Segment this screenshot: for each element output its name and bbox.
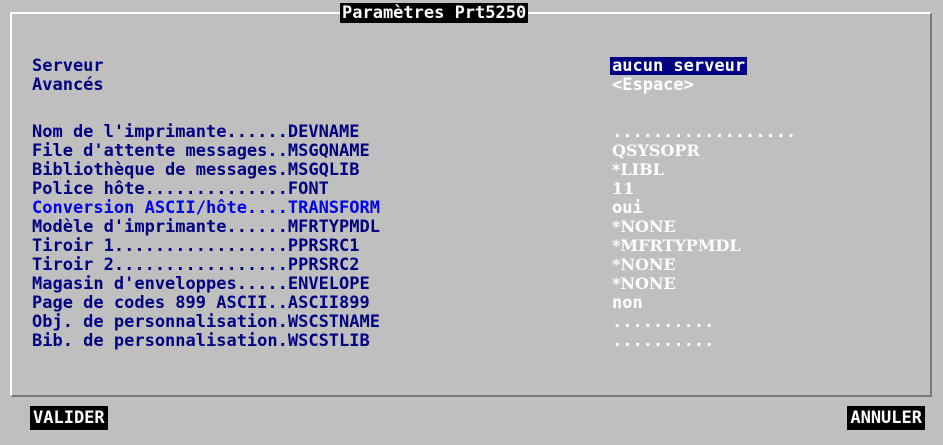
param-label-font: Police hôte..............FONT bbox=[32, 179, 329, 199]
prt5250-settings-screen: Paramètres Prt5250 Serveur aucun serveur… bbox=[0, 0, 943, 445]
param-field-msgqlib[interactable]: *LIBL bbox=[612, 161, 664, 179]
server-value-field[interactable]: aucun serveur bbox=[610, 57, 748, 75]
param-field-envelope[interactable]: *NONE bbox=[612, 275, 676, 293]
param-label-mfrtypmdl: Modèle d'imprimante......MFRTYPMDL bbox=[32, 217, 380, 237]
param-label-wscstname: Obj. de personnalisation.WSCSTNAME bbox=[32, 312, 380, 332]
param-label-ascii899: Page de codes 899 ASCII..ASCII899 bbox=[32, 293, 370, 313]
validate-button[interactable]: VALIDER bbox=[30, 406, 108, 430]
server-label: Serveur bbox=[32, 56, 104, 76]
param-label-envelope: Magasin d'enveloppes.....ENVELOPE bbox=[32, 274, 370, 294]
param-label-pprsrc1: Tiroir 1.................PPRSRC1 bbox=[32, 236, 360, 256]
param-label-msgqname: File d'attente messages..MSGQNAME bbox=[32, 141, 370, 161]
param-label-devname: Nom de l'imprimante......DEVNAME bbox=[32, 122, 360, 142]
param-field-mfrtypmdl[interactable]: *NONE bbox=[612, 218, 676, 236]
param-field-pprsrc1[interactable]: *MFRTYPMDL bbox=[612, 237, 741, 255]
advanced-label: Avancés bbox=[32, 75, 104, 95]
param-field-wscstname[interactable]: .......... bbox=[612, 313, 714, 331]
param-field-msgqname[interactable]: QSYSOPR bbox=[612, 142, 700, 160]
param-label-transform: Conversion ASCII/hôte....TRANSFORM bbox=[32, 198, 380, 218]
param-label-msgqlib: Bibliothèque de messages.MSGQLIB bbox=[32, 160, 360, 180]
param-field-font[interactable]: 11 bbox=[612, 180, 634, 198]
cancel-button[interactable]: ANNULER bbox=[847, 406, 925, 430]
advanced-toggle[interactable]: <Espace> bbox=[612, 76, 694, 94]
param-field-devname[interactable]: .................. bbox=[612, 123, 796, 141]
param-field-wscstlib[interactable]: .......... bbox=[612, 332, 714, 350]
param-label-wscstlib: Bib. de personnalisation.WSCSTLIB bbox=[32, 331, 370, 351]
param-field-pprsrc2[interactable]: *NONE bbox=[612, 256, 676, 274]
param-field-transform[interactable]: oui bbox=[612, 199, 643, 217]
param-label-pprsrc2: Tiroir 2.................PPRSRC2 bbox=[32, 255, 360, 275]
window-title: Paramètres Prt5250 bbox=[340, 3, 529, 23]
param-field-ascii899[interactable]: non bbox=[612, 294, 643, 312]
